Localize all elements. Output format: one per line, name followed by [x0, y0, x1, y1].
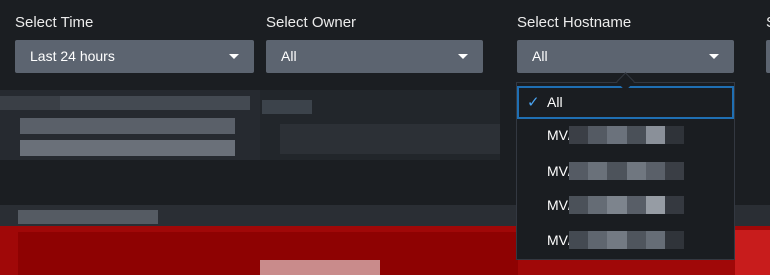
- select-owner-dropdown[interactable]: All: [266, 40, 483, 73]
- select-time-label: Select Time: [15, 14, 94, 31]
- blurred-text-2: [60, 96, 250, 110]
- blurred-text-4: [20, 140, 235, 156]
- select-owner-value: All: [281, 48, 297, 64]
- blurred-text-6: [280, 124, 500, 154]
- checkmark-icon: ✓: [527, 94, 540, 111]
- blurred-text-7: [18, 210, 158, 224]
- blurred-text-1: [0, 96, 60, 110]
- hostname-option[interactable]: MV/: [517, 189, 734, 222]
- hostname-option[interactable]: MV/: [517, 224, 734, 257]
- chevron-down-icon: [229, 54, 239, 59]
- alert-banner-right: [735, 230, 770, 275]
- select-hostname-value: All: [532, 48, 548, 64]
- next-filter-dropdown-partial[interactable]: [766, 40, 770, 73]
- chevron-down-icon: [709, 54, 719, 59]
- redacted-hostname: [569, 196, 685, 214]
- next-filter-label-partial: S: [766, 14, 770, 31]
- option-label: All: [547, 94, 563, 110]
- redacted-hostname: [569, 231, 685, 249]
- redacted-hostname: [569, 162, 685, 180]
- blurred-text-5: [262, 100, 312, 114]
- blurred-text-3: [20, 118, 235, 134]
- blurred-text-8: [260, 260, 380, 275]
- select-time-value: Last 24 hours: [30, 48, 115, 64]
- select-time-dropdown[interactable]: Last 24 hours: [15, 40, 254, 73]
- hostname-option-all[interactable]: ✓ All: [517, 86, 734, 119]
- select-hostname-dropdown[interactable]: All: [517, 40, 734, 73]
- chevron-down-icon: [458, 54, 468, 59]
- hostname-options-menu: ✓ All MV/ MV/ MV/ MV/: [516, 82, 735, 260]
- hostname-option[interactable]: MV/: [517, 119, 734, 152]
- dashboard-filter-bar: Select Time Last 24 hours Select Owner A…: [0, 0, 770, 275]
- select-hostname-label: Select Hostname: [517, 14, 632, 31]
- redacted-hostname: [569, 126, 685, 144]
- select-owner-label: Select Owner: [266, 14, 357, 31]
- hostname-option[interactable]: MV/: [517, 155, 734, 188]
